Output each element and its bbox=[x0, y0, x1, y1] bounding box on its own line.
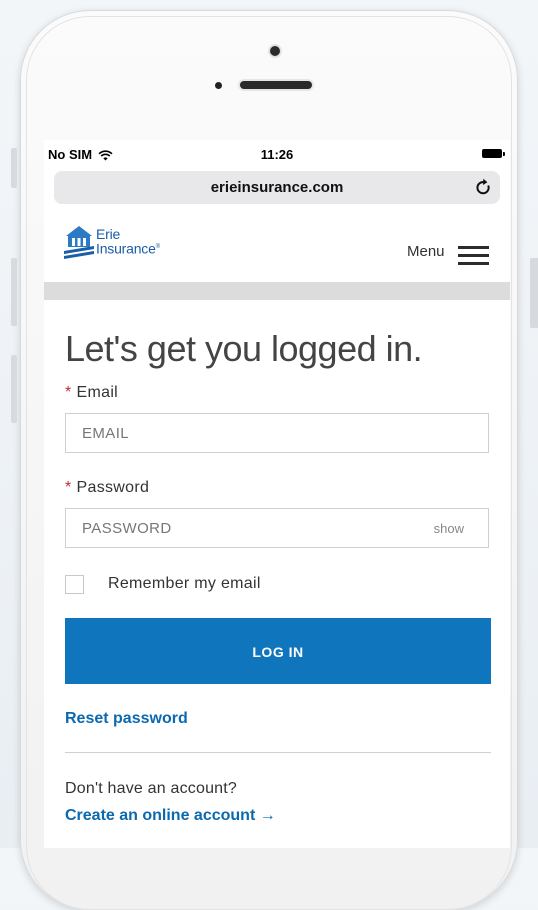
status-bar: No SIM 11:26 bbox=[44, 140, 510, 168]
login-button[interactable]: LOG IN bbox=[65, 618, 491, 684]
battery-icon bbox=[482, 149, 505, 158]
create-account-link[interactable]: Create an online account → bbox=[65, 807, 276, 825]
checkbox-icon[interactable] bbox=[65, 575, 84, 594]
email-label: Email bbox=[76, 384, 119, 401]
logo-wordmark: Erie Insurance® bbox=[96, 226, 160, 257]
create-account-label: Create an online account bbox=[65, 807, 256, 824]
reload-icon[interactable] bbox=[475, 178, 492, 197]
status-time: 11:26 bbox=[260, 147, 294, 162]
mute-switch bbox=[11, 148, 17, 188]
remember-email-row[interactable]: Remember my email bbox=[65, 575, 365, 595]
reset-password-link[interactable]: Reset password bbox=[65, 710, 188, 728]
logo-line2: Insurance bbox=[96, 240, 156, 257]
menu-label[interactable]: Menu bbox=[407, 243, 445, 260]
address-bar[interactable]: erieinsurance.com bbox=[54, 171, 500, 204]
password-field-box: show bbox=[65, 508, 489, 548]
logo-registered-mark: ® bbox=[155, 244, 160, 250]
erie-logo[interactable]: Erie Insurance® bbox=[64, 223, 224, 261]
required-marker: * bbox=[65, 479, 72, 496]
no-account-text: Don't have an account? bbox=[65, 780, 238, 797]
page-title: Let's get you logged in. bbox=[65, 328, 423, 369]
proximity-sensor bbox=[215, 82, 222, 89]
phone-screen: No SIM 11:26 erieinsurance.com Erie Insu… bbox=[44, 140, 510, 848]
email-field[interactable] bbox=[66, 414, 488, 452]
show-password-toggle[interactable]: show bbox=[434, 521, 464, 536]
remember-email-label[interactable]: Remember my email bbox=[108, 575, 261, 593]
required-marker: * bbox=[65, 384, 72, 401]
volume-up-button bbox=[11, 258, 17, 326]
password-field[interactable] bbox=[66, 509, 488, 547]
logo-line1: Erie bbox=[96, 226, 121, 242]
volume-down-button bbox=[11, 355, 17, 423]
erie-logo-icon bbox=[64, 226, 94, 259]
url-text: erieinsurance.com bbox=[210, 179, 344, 196]
header-divider-band bbox=[44, 282, 510, 300]
arrow-right-icon: → bbox=[259, 807, 276, 824]
power-button bbox=[530, 258, 538, 328]
login-form: Let's get you logged in. *Email *Passwor… bbox=[44, 300, 510, 848]
password-label-row: * Password bbox=[65, 479, 149, 497]
front-camera bbox=[270, 46, 280, 56]
email-label-row: * Email bbox=[65, 384, 118, 402]
password-label: Password bbox=[76, 479, 150, 496]
section-divider bbox=[65, 752, 491, 753]
earpiece-speaker bbox=[240, 81, 312, 89]
hamburger-menu-icon[interactable] bbox=[458, 246, 489, 265]
email-field-box bbox=[65, 413, 489, 453]
site-header: Erie Insurance® Menu bbox=[44, 212, 510, 282]
